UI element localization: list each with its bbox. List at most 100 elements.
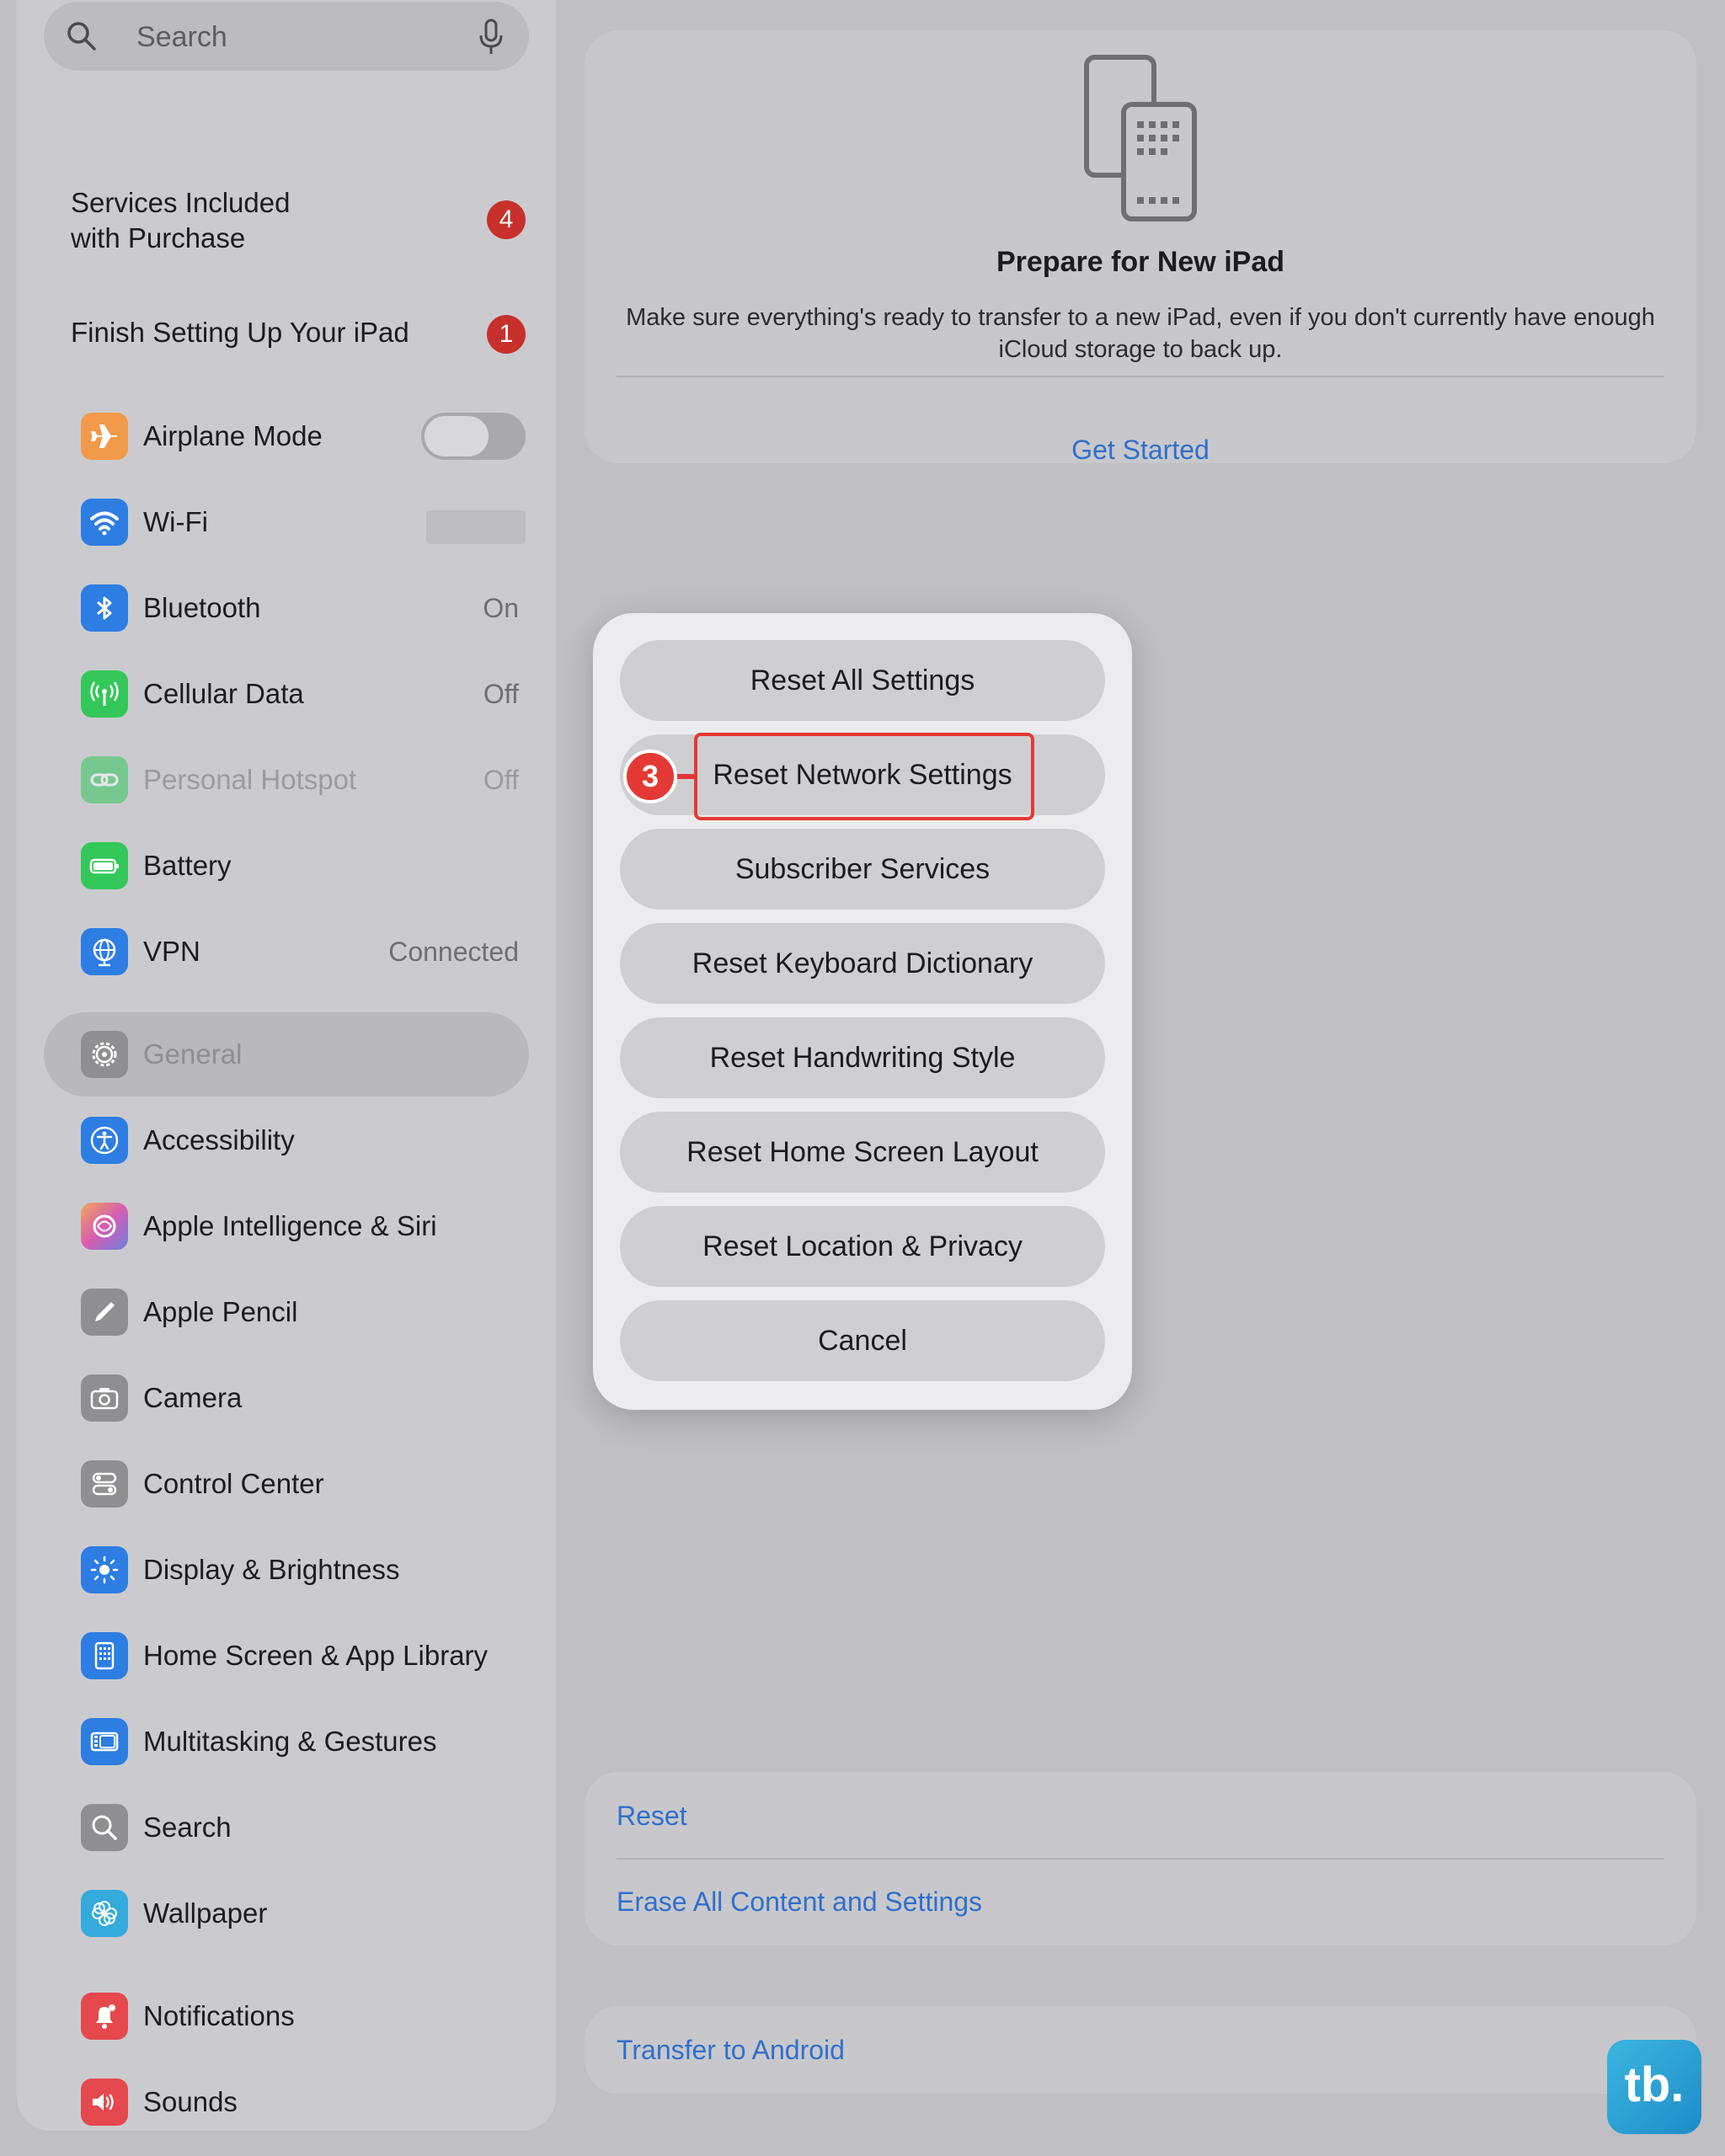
switches-icon <box>81 1460 128 1508</box>
sun-icon <box>81 1546 128 1593</box>
sidebar-item-value: Off <box>483 679 519 709</box>
sidebar-item-personal-hotspot[interactable]: Personal Hotspot Off <box>64 746 526 814</box>
sidebar-item-sounds[interactable]: Sounds <box>64 2068 526 2131</box>
sidebar-item-label: Multitasking & Gestures <box>143 1726 437 1757</box>
magnifier-icon <box>81 1804 128 1851</box>
sidebar-item-wallpaper[interactable]: Wallpaper <box>64 1880 526 1947</box>
multitask-icon <box>81 1718 128 1765</box>
antenna-icon <box>81 670 128 718</box>
prepare-new-ipad-card: Prepare for New iPad Make sure everythin… <box>585 30 1696 466</box>
sidebar-item-label: Personal Hotspot <box>143 764 357 795</box>
speaker-icon <box>81 2079 128 2126</box>
pencil-icon <box>81 1289 128 1336</box>
camera-icon <box>81 1374 128 1422</box>
microphone-icon[interactable] <box>478 19 504 56</box>
sidebar-item-notifications[interactable]: Notifications <box>64 1983 526 2050</box>
sidebar-item-label: Apple Intelligence & Siri <box>143 1210 437 1241</box>
sidebar-item-control-center[interactable]: Control Center <box>64 1450 526 1518</box>
services-included-row[interactable]: Services Included with Purchase 4 <box>71 185 526 256</box>
sidebar-item-label: Bluetooth <box>143 592 261 623</box>
sidebar-item-apple-intelligence-siri[interactable]: Apple Intelligence & Siri <box>64 1193 526 1260</box>
tutorial-highlight-box <box>694 733 1034 820</box>
sidebar-item-vpn[interactable]: VPN Connected <box>64 918 526 985</box>
divider <box>617 1858 1664 1860</box>
sidebar-item-label: Camera <box>143 1382 243 1413</box>
sidebar-item-airplane-mode[interactable]: Airplane Mode <box>64 403 526 470</box>
globe-icon <box>81 928 128 975</box>
sidebar-item-label: Accessibility <box>143 1124 295 1155</box>
transfer-to-android-link[interactable]: Transfer to Android <box>617 2033 845 2067</box>
sidebar-item-label: Wallpaper <box>143 1897 268 1929</box>
sidebar-item-label: Sounds <box>143 2086 238 2117</box>
sidebar-item-cellular-data[interactable]: Cellular Data Off <box>64 660 526 728</box>
sidebar-item-label: Notifications <box>143 2000 295 2031</box>
get-started-link[interactable]: Get Started <box>585 435 1696 466</box>
transfer-android-card: Transfer to Android <box>585 2006 1696 2094</box>
sidebar-item-apple-pencil[interactable]: Apple Pencil <box>64 1278 526 1346</box>
reset-home-screen-layout-button[interactable]: Reset Home Screen Layout <box>620 1112 1105 1193</box>
sidebar-item-search[interactable]: Search <box>64 1794 526 1861</box>
sidebar-item-bluetooth[interactable]: Bluetooth On <box>64 574 526 642</box>
sidebar-item-general[interactable]: General <box>44 1012 529 1097</box>
sidebar-item-wifi[interactable]: Wi-Fi <box>64 488 526 556</box>
sidebar-item-label: Display & Brightness <box>143 1554 400 1585</box>
reset-options-card: Reset Erase All Content and Settings <box>585 1772 1696 1945</box>
sidebar-item-multitasking[interactable]: Multitasking & Gestures <box>64 1708 526 1775</box>
sidebar-item-label: VPN <box>143 936 200 967</box>
reset-keyboard-dictionary-button[interactable]: Reset Keyboard Dictionary <box>620 923 1105 1004</box>
settings-sidebar: Search Services Included with Purchase 4… <box>17 0 556 2131</box>
tutorial-connector <box>677 774 696 779</box>
sidebar-item-label: Airplane Mode <box>143 420 323 451</box>
siri-icon <box>81 1203 128 1250</box>
sidebar-item-label: Cellular Data <box>143 678 304 709</box>
sidebar-item-battery[interactable]: Battery <box>64 832 526 899</box>
reset-handwriting-style-button[interactable]: Reset Handwriting Style <box>620 1017 1105 1098</box>
gear-icon <box>81 1031 128 1078</box>
notification-badge: 1 <box>487 315 526 354</box>
reset-all-settings-button[interactable]: Reset All Settings <box>620 640 1105 721</box>
bluetooth-icon <box>81 584 128 632</box>
sidebar-item-label: Home Screen & App Library <box>143 1640 489 1671</box>
notification-badge: 4 <box>487 200 526 239</box>
sidebar-item-camera[interactable]: Camera <box>64 1364 526 1432</box>
toggle-knob <box>425 416 489 456</box>
airplane-icon <box>81 413 128 460</box>
sidebar-item-accessibility[interactable]: Accessibility <box>64 1107 526 1174</box>
finish-setup-label: Finish Setting Up Your iPad <box>71 317 409 348</box>
search-icon <box>67 22 96 51</box>
tutorial-step-badge: 3 <box>623 750 677 803</box>
flower-icon <box>81 1890 128 1937</box>
sidebar-item-label: Control Center <box>143 1468 324 1499</box>
accessibility-icon <box>81 1117 128 1164</box>
prepare-title: Prepare for New iPad <box>996 246 1284 278</box>
battery-icon <box>81 842 128 889</box>
sidebar-item-value: On <box>483 593 519 623</box>
sidebar-item-label: Wi-Fi <box>143 506 208 537</box>
homescreen-icon <box>81 1632 128 1679</box>
sidebar-item-value: Connected <box>388 937 519 967</box>
divider <box>617 376 1664 377</box>
erase-all-content-link[interactable]: Erase All Content and Settings <box>617 1885 982 1919</box>
reset-link[interactable]: Reset <box>617 1799 687 1833</box>
sidebar-item-label: Apple Pencil <box>143 1296 298 1327</box>
cancel-button[interactable]: Cancel <box>620 1300 1105 1381</box>
devices-transfer-icon <box>1084 55 1197 221</box>
finish-setup-row[interactable]: Finish Setting Up Your iPad 1 <box>71 315 526 354</box>
bell-icon <box>81 1993 128 2040</box>
search-field[interactable]: Search <box>44 2 529 71</box>
wifi-network-name-redacted <box>426 510 526 544</box>
sidebar-item-home-screen[interactable]: Home Screen & App Library <box>64 1622 526 1689</box>
tb-watermark-logo: tb. <box>1607 2040 1701 2134</box>
airplane-mode-toggle[interactable] <box>421 413 526 460</box>
search-placeholder: Search <box>136 21 227 53</box>
hotspot-icon <box>81 756 128 803</box>
sidebar-item-label: General <box>143 1038 243 1070</box>
prepare-description: Make sure everything's ready to transfer… <box>626 304 1655 363</box>
reset-action-sheet: Reset All Settings Reset Network Setting… <box>593 613 1132 1410</box>
sidebar-item-value: Off <box>483 765 519 795</box>
reset-location-privacy-button[interactable]: Reset Location & Privacy <box>620 1206 1105 1287</box>
wifi-icon <box>81 499 128 546</box>
sidebar-item-label: Battery <box>143 850 232 881</box>
subscriber-services-button[interactable]: Subscriber Services <box>620 829 1105 910</box>
sidebar-item-display-brightness[interactable]: Display & Brightness <box>64 1536 526 1604</box>
